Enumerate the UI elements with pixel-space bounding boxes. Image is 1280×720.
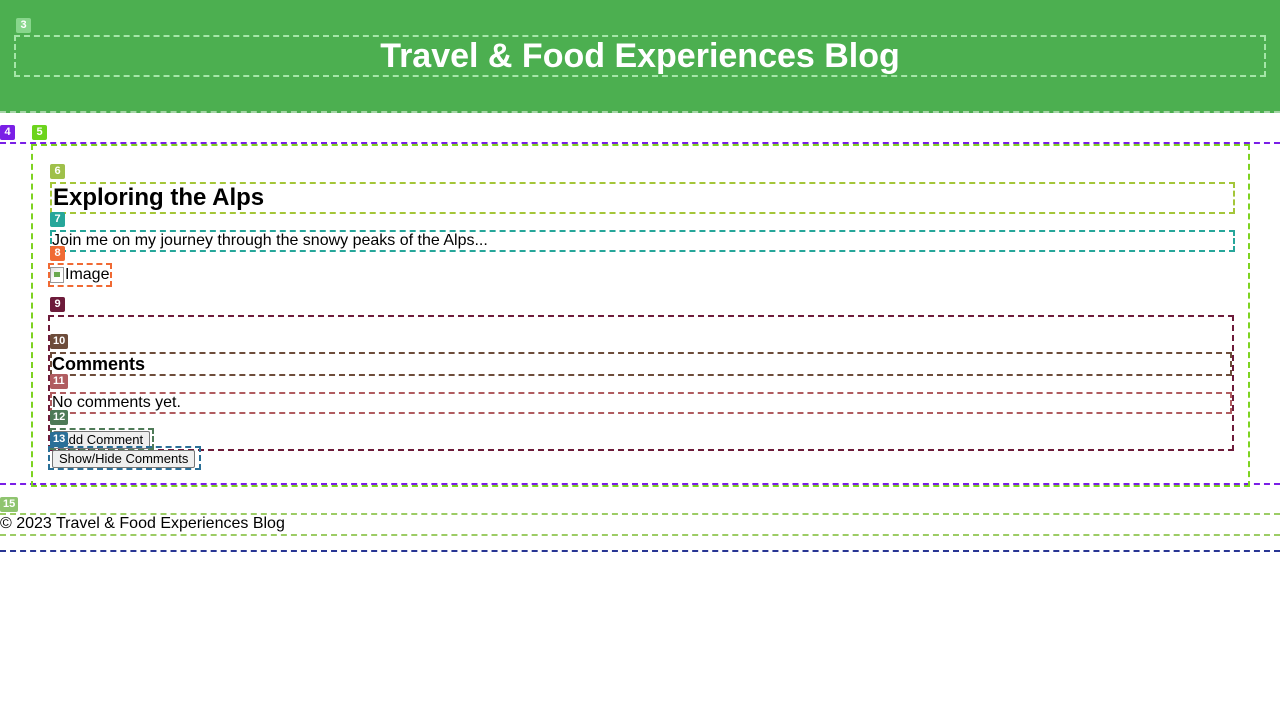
element-badge: 5 (32, 125, 47, 140)
element-badge: 8 (50, 246, 65, 261)
footer-copyright: © 2023 Travel & Food Experiences Blog (0, 513, 1280, 536)
element-badge: 3 (16, 18, 31, 33)
element-badge: 6 (50, 164, 65, 179)
element-badge: 7 (50, 212, 65, 227)
site-footer: © 2023 Travel & Food Experiences Blog (0, 513, 1280, 552)
element-badge: 13 (50, 432, 69, 447)
element-badge: 11 (50, 374, 68, 389)
broken-image-icon (50, 267, 64, 283)
toggle-comments-wrap: Show/Hide Comments (48, 446, 201, 470)
post-excerpt: Join me on my journey through the snowy … (50, 230, 1235, 252)
no-comments-text: No comments yet. (50, 392, 1232, 414)
element-badge: 12 (50, 410, 69, 425)
blog-post: 6 Exploring the Alps 7 Join me on my jou… (31, 144, 1250, 487)
element-badge: 9 (50, 297, 65, 312)
header-title-box: Travel & Food Experiences Blog (14, 35, 1266, 77)
comments-heading: Comments (50, 352, 1232, 376)
element-badge: 10 (50, 334, 69, 349)
main-content: 6 Exploring the Alps 7 Join me on my jou… (0, 142, 1280, 487)
site-header: 3 Travel & Food Experiences Blog (0, 0, 1280, 113)
toggle-comments-button[interactable]: Show/Hide Comments (52, 450, 196, 468)
comments-section: 10 Comments 11 No comments yet. Add Comm… (48, 315, 1234, 451)
post-image: Image (48, 263, 112, 287)
element-badge: 15 (0, 497, 19, 512)
image-alt-text: Image (65, 266, 110, 283)
element-badge: 4 (0, 125, 15, 140)
site-title: Travel & Food Experiences Blog (380, 37, 900, 75)
post-title: Exploring the Alps (50, 182, 1235, 214)
